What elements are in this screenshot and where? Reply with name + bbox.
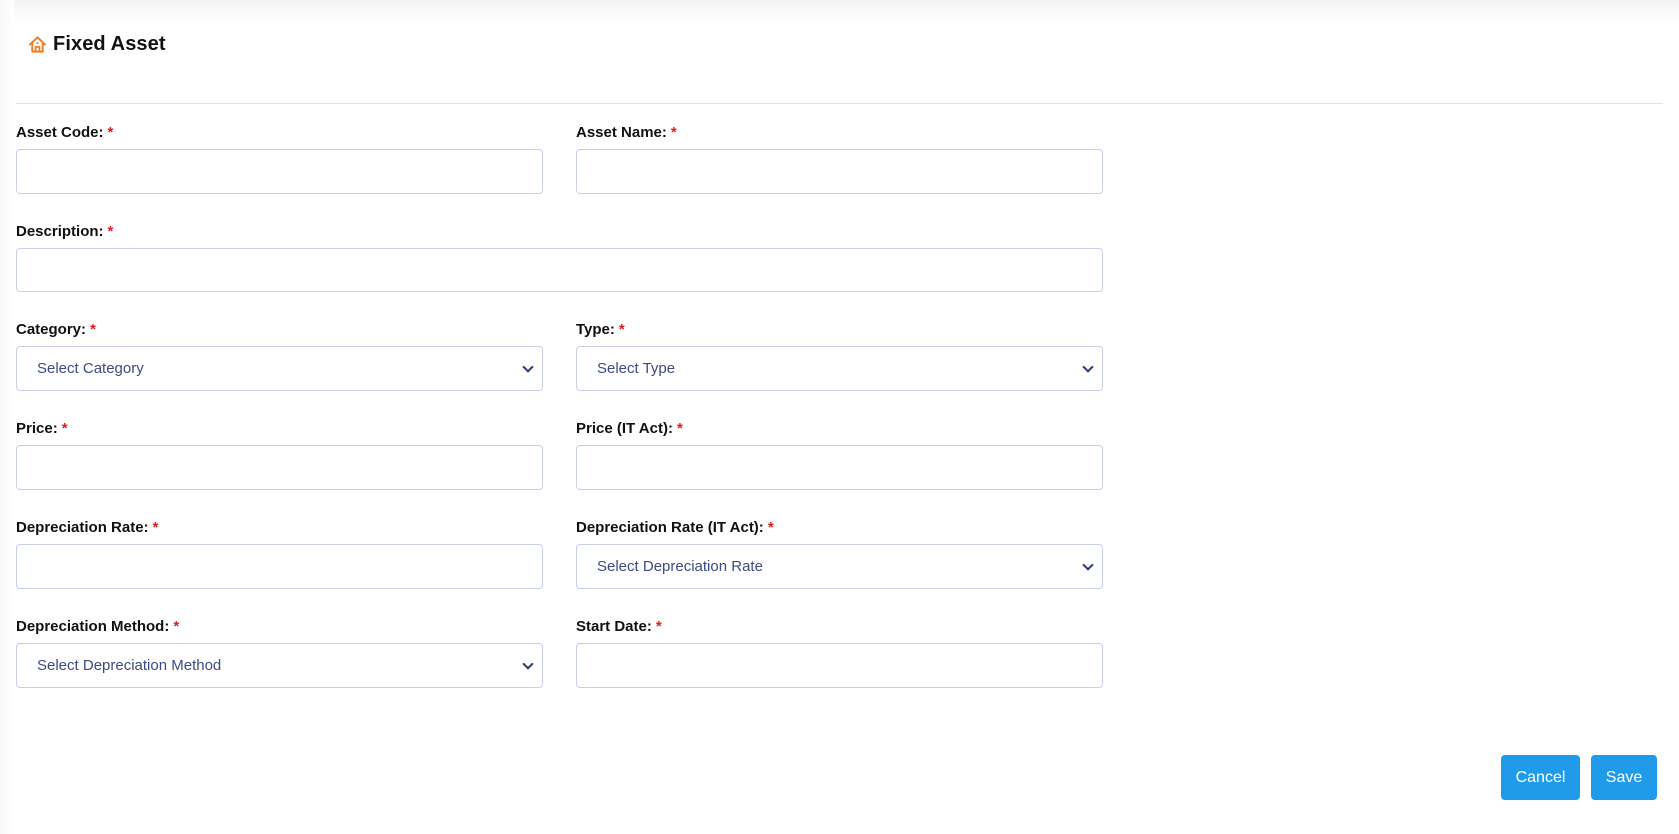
cancel-button[interactable]: Cancel [1501,755,1580,800]
required-marker: * [61,420,68,437]
required-marker: * [618,321,625,338]
required-marker: * [90,321,96,338]
type-label-text: Type: [576,321,615,338]
chevron-down-icon [1082,360,1094,373]
depreciation-method-selected-value: Select Depreciation Method [37,657,222,674]
depreciation-rate-field: Depreciation Rate: * [16,518,543,589]
description-field: Description: * [16,222,1103,292]
asset-name-label-text: Asset Name: [576,124,667,141]
type-field: Type: * Select Type [576,320,1103,391]
chevron-down-icon [522,657,534,670]
depreciation-rate-label-text: Depreciation Rate: [16,519,149,536]
required-marker: * [655,618,662,635]
depreciation-rate-label: Depreciation Rate: * [16,518,543,538]
page-title: Fixed Asset [53,32,166,55]
required-marker: * [107,223,114,240]
price-it-act-input[interactable] [576,445,1103,490]
asset-code-label: Asset Code: * [16,123,543,143]
price-field: Price: * [16,419,543,490]
price-label-text: Price: [16,420,58,437]
type-label: Type: * [576,320,1103,340]
asset-code-field: Asset Code: * [16,123,543,194]
required-marker: * [767,519,774,536]
depreciation-rate-input[interactable] [16,544,543,589]
price-it-act-label-text: Price (IT Act): [576,420,673,437]
chevron-down-icon [522,360,534,373]
chevron-down-icon [1082,558,1094,571]
price-it-act-field: Price (IT Act): * [576,419,1103,490]
required-marker: * [152,519,159,536]
depreciation-method-label: Depreciation Method: * [16,617,543,637]
depreciation-rate-it-act-field: Depreciation Rate (IT Act): * Select Depr… [576,518,1103,589]
type-selected-value: Select Type [597,360,676,377]
depreciation-rate-it-act-label-text: Depreciation Rate (IT Act): [576,519,764,536]
start-date-field: Start Date: * [576,617,1103,688]
price-it-act-label: Price (IT Act): * [576,419,1103,439]
asset-code-input[interactable] [16,149,543,194]
required-marker: * [670,124,677,141]
depreciation-method-field: Depreciation Method: * Select Depreciatio… [16,617,543,688]
start-date-label-text: Start Date: [576,618,652,635]
header-divider [16,103,1663,104]
left-shadow [0,0,14,834]
category-label-text: Category: [16,321,87,338]
required-marker: * [676,420,683,437]
depreciation-method-label-text: Depreciation Method: [16,618,170,635]
category-field: Category: * Select Category [16,320,543,391]
depreciation-method-select[interactable]: Select Depreciation Method [16,643,543,688]
home-icon [28,35,47,54]
depreciation-rate-it-act-select[interactable]: Select Depreciation Rate [576,544,1103,589]
depreciation-rate-it-act-selected-value: Select Depreciation Rate [597,558,763,575]
category-selected-value: Select Category [37,360,144,377]
required-marker: * [107,124,114,141]
save-button[interactable]: Save [1591,755,1657,800]
page-header: Fixed Asset [28,32,166,56]
category-label: Category: * [16,320,543,340]
start-date-label: Start Date: * [576,617,1103,637]
asset-name-label: Asset Name: * [576,123,1103,143]
asset-name-input[interactable] [576,149,1103,194]
asset-name-field: Asset Name: * [576,123,1103,194]
type-select[interactable]: Select Type [576,346,1103,391]
start-date-input[interactable] [576,643,1103,688]
description-label: Description: * [16,222,1103,242]
required-marker: * [173,618,180,635]
category-select[interactable]: Select Category [16,346,543,391]
price-label: Price: * [16,419,543,439]
depreciation-rate-it-act-label: Depreciation Rate (IT Act): * [576,518,1103,538]
asset-code-label-text: Asset Code: [16,124,104,141]
description-input[interactable] [16,248,1103,292]
top-shadow [0,0,1679,24]
price-input[interactable] [16,445,543,490]
description-label-text: Description: [16,223,104,240]
